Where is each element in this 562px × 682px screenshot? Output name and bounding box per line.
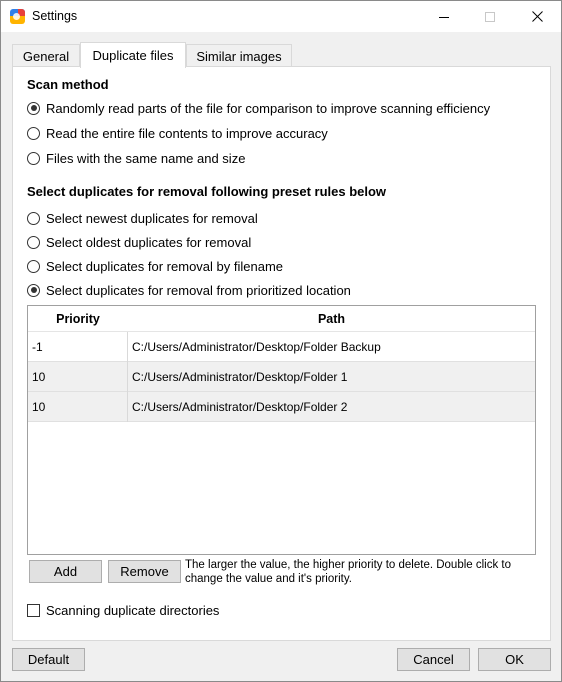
app-logo-icon bbox=[10, 9, 25, 24]
scan-option-label: Randomly read parts of the file for comp… bbox=[46, 100, 491, 116]
maximize-button[interactable] bbox=[467, 1, 513, 32]
minimize-icon bbox=[439, 16, 449, 18]
rule-option-newest[interactable]: Select newest duplicates for removal bbox=[27, 210, 258, 226]
priority-cell[interactable]: 10 bbox=[28, 362, 128, 392]
priority-table[interactable]: Priority Path -1 C:/Users/Administrator/… bbox=[27, 305, 536, 555]
rule-option-oldest[interactable]: Select oldest duplicates for removal bbox=[27, 234, 251, 250]
checkbox[interactable] bbox=[27, 603, 40, 617]
path-cell[interactable]: C:/Users/Administrator/Desktop/Folder 2 bbox=[128, 392, 535, 422]
column-header-path[interactable]: Path bbox=[128, 306, 535, 332]
remove-button[interactable]: Remove bbox=[108, 560, 181, 583]
tab-general[interactable]: General bbox=[12, 44, 80, 67]
scan-option-label: Files with the same name and size bbox=[46, 150, 246, 166]
priority-cell[interactable]: 10 bbox=[28, 392, 128, 422]
tab-similar-images[interactable]: Similar images bbox=[186, 44, 292, 67]
default-button[interactable]: Default bbox=[12, 648, 85, 671]
table-row[interactable]: 10 C:/Users/Administrator/Desktop/Folder… bbox=[28, 392, 535, 422]
add-button[interactable]: Add bbox=[29, 560, 102, 583]
radio-unselected[interactable] bbox=[27, 151, 40, 165]
scan-method-title: Scan method bbox=[27, 77, 109, 92]
scan-option-name-size[interactable]: Files with the same name and size bbox=[27, 150, 245, 166]
title-bar: Settings bbox=[1, 1, 561, 32]
rule-option-label: Select duplicates for removal from prior… bbox=[46, 282, 351, 298]
radio-unselected[interactable] bbox=[27, 259, 40, 273]
ok-button[interactable]: OK bbox=[478, 648, 551, 671]
radio-unselected[interactable] bbox=[27, 211, 40, 225]
scan-option-random[interactable]: Randomly read parts of the file for comp… bbox=[27, 100, 490, 116]
table-row[interactable]: 10 C:/Users/Administrator/Desktop/Folder… bbox=[28, 362, 535, 392]
scan-duplicate-directories-option[interactable]: Scanning duplicate directories bbox=[27, 602, 219, 618]
maximize-icon bbox=[485, 11, 495, 22]
window-title: Settings bbox=[32, 9, 78, 23]
rule-option-label: Select duplicates for removal by filenam… bbox=[46, 258, 284, 274]
priority-hint-text: The larger the value, the higher priorit… bbox=[185, 559, 512, 585]
scan-option-label: Read the entire file contents to improve… bbox=[46, 125, 328, 141]
cancel-button[interactable]: Cancel bbox=[397, 648, 470, 671]
table-row[interactable]: -1 C:/Users/Administrator/Desktop/Folder… bbox=[28, 332, 535, 362]
radio-selected[interactable] bbox=[27, 283, 40, 297]
close-button[interactable] bbox=[514, 1, 560, 32]
table-header: Priority Path bbox=[28, 306, 535, 332]
priority-cell[interactable]: -1 bbox=[28, 332, 128, 362]
rule-option-filename[interactable]: Select duplicates for removal by filenam… bbox=[27, 258, 283, 274]
path-cell[interactable]: C:/Users/Administrator/Desktop/Folder Ba… bbox=[128, 332, 535, 362]
removal-rules-title: Select duplicates for removal following … bbox=[27, 184, 387, 199]
radio-unselected[interactable] bbox=[27, 126, 40, 140]
settings-window: Settings General Duplicate files Similar… bbox=[0, 0, 562, 682]
tab-duplicate-files[interactable]: Duplicate files bbox=[80, 42, 186, 68]
rule-option-prioritized-location[interactable]: Select duplicates for removal from prior… bbox=[27, 282, 351, 298]
radio-selected[interactable] bbox=[27, 101, 40, 115]
column-header-priority[interactable]: Priority bbox=[28, 306, 128, 332]
close-icon bbox=[531, 11, 543, 22]
scan-option-entire[interactable]: Read the entire file contents to improve… bbox=[27, 125, 328, 141]
scan-duplicate-directories-label: Scanning duplicate directories bbox=[46, 602, 220, 618]
radio-unselected[interactable] bbox=[27, 235, 40, 249]
rule-option-label: Select newest duplicates for removal bbox=[46, 210, 258, 226]
path-cell[interactable]: C:/Users/Administrator/Desktop/Folder 1 bbox=[128, 362, 535, 392]
duplicate-files-panel: Scan method Randomly read parts of the f… bbox=[12, 66, 551, 641]
minimize-button[interactable] bbox=[421, 1, 467, 32]
rule-option-label: Select oldest duplicates for removal bbox=[46, 234, 252, 250]
